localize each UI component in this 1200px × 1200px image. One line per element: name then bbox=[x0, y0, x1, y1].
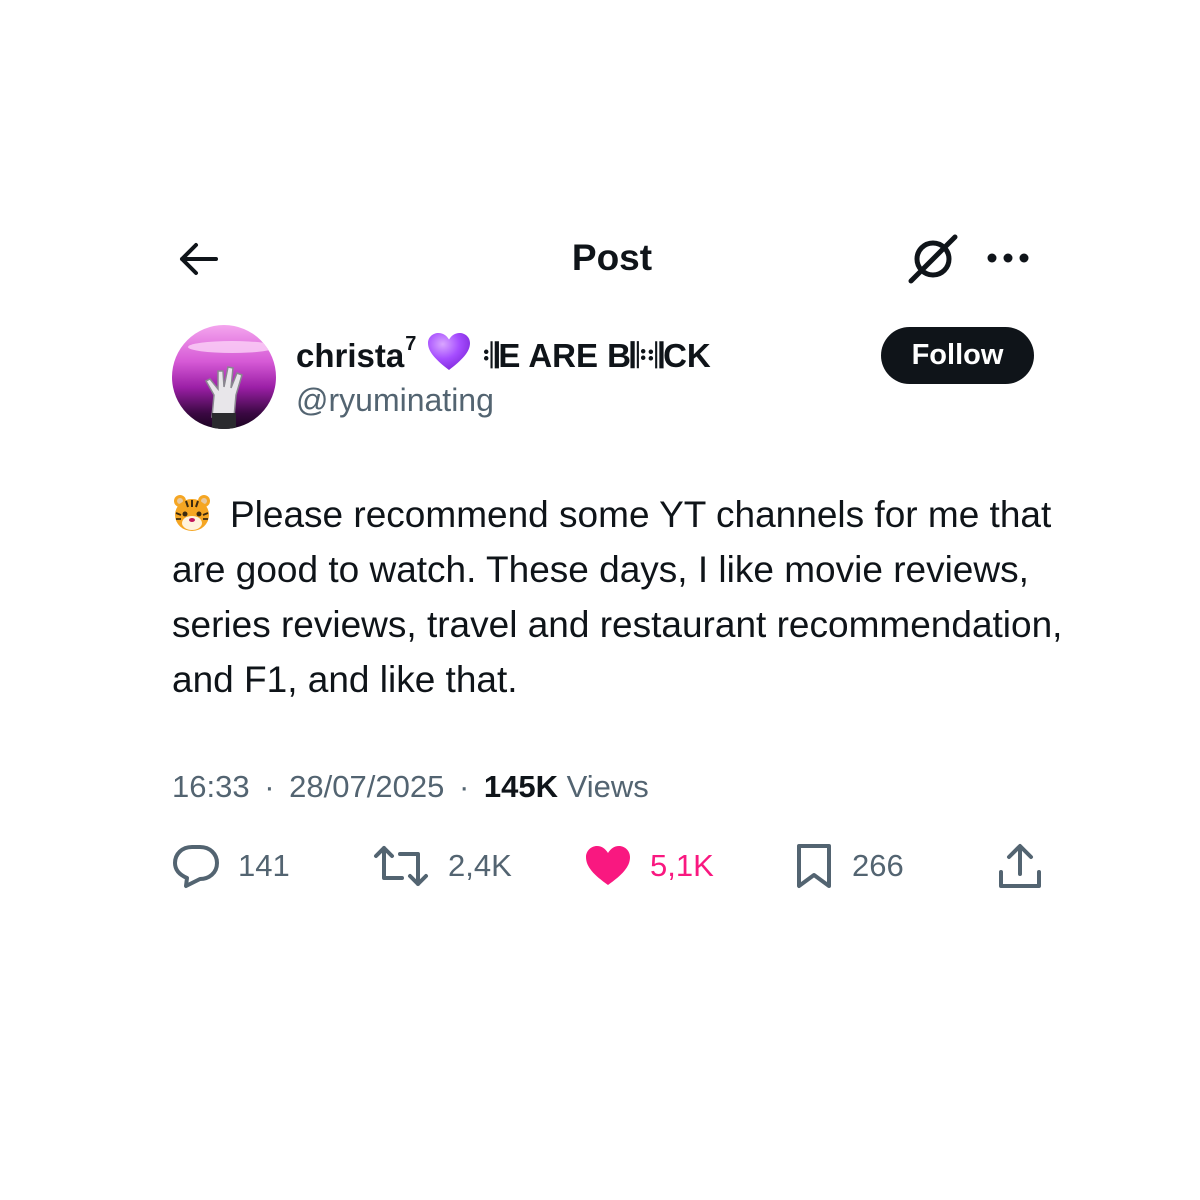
views-label: Views bbox=[566, 769, 649, 804]
more-options-button[interactable] bbox=[980, 236, 1036, 280]
meta-separator: · bbox=[458, 769, 470, 804]
author-name-suffix: 𝄇E ARE B𝄆𝄇CK bbox=[482, 336, 711, 374]
bookmark-button[interactable]: 266 bbox=[794, 836, 904, 896]
repost-icon bbox=[374, 846, 428, 886]
back-button[interactable] bbox=[170, 234, 226, 284]
avatar[interactable] bbox=[172, 325, 276, 429]
bookmark-count: 266 bbox=[852, 848, 904, 883]
more-dots-icon bbox=[987, 253, 1029, 263]
post-text-content: Please recommend some YT channels for me… bbox=[172, 494, 1063, 700]
tiger-face-icon bbox=[172, 493, 212, 533]
author-name-superscript: 7 bbox=[405, 332, 417, 355]
reply-count: 141 bbox=[238, 848, 290, 883]
page-title: Post bbox=[571, 237, 653, 278]
author-handle[interactable]: @ryuminating bbox=[296, 378, 494, 422]
post-text: Please recommend some YT channels for me… bbox=[172, 487, 1072, 707]
follow-button[interactable]: Follow bbox=[881, 327, 1034, 384]
share-button[interactable] bbox=[996, 836, 1044, 896]
post-meta: 16:33 · 28/07/2025 · 145K Views bbox=[172, 764, 649, 810]
repost-button[interactable]: 2,4K bbox=[372, 836, 512, 896]
views-count[interactable]: 145K bbox=[484, 769, 558, 804]
share-icon bbox=[999, 844, 1041, 888]
post-date[interactable]: 28/07/2025 bbox=[289, 769, 444, 804]
purple-heart-icon bbox=[426, 332, 472, 380]
grok-icon bbox=[908, 234, 958, 284]
meta-separator: · bbox=[264, 769, 275, 804]
author-name: christa bbox=[296, 337, 405, 374]
heart-filled-icon bbox=[586, 846, 630, 885]
display-name[interactable]: christa 7 𝄇E ARE B𝄆𝄇CK bbox=[296, 330, 711, 382]
like-count: 5,1K bbox=[650, 848, 714, 883]
like-button[interactable]: 5,1K bbox=[584, 836, 714, 896]
reply-icon bbox=[173, 845, 219, 888]
grok-button[interactable] bbox=[902, 228, 964, 290]
avatar-image bbox=[172, 325, 276, 429]
arrow-left-icon bbox=[180, 243, 218, 275]
bookmark-icon bbox=[797, 844, 831, 888]
reply-button[interactable]: 141 bbox=[172, 836, 290, 896]
repost-count: 2,4K bbox=[448, 848, 512, 883]
post-time[interactable]: 16:33 bbox=[172, 769, 250, 804]
